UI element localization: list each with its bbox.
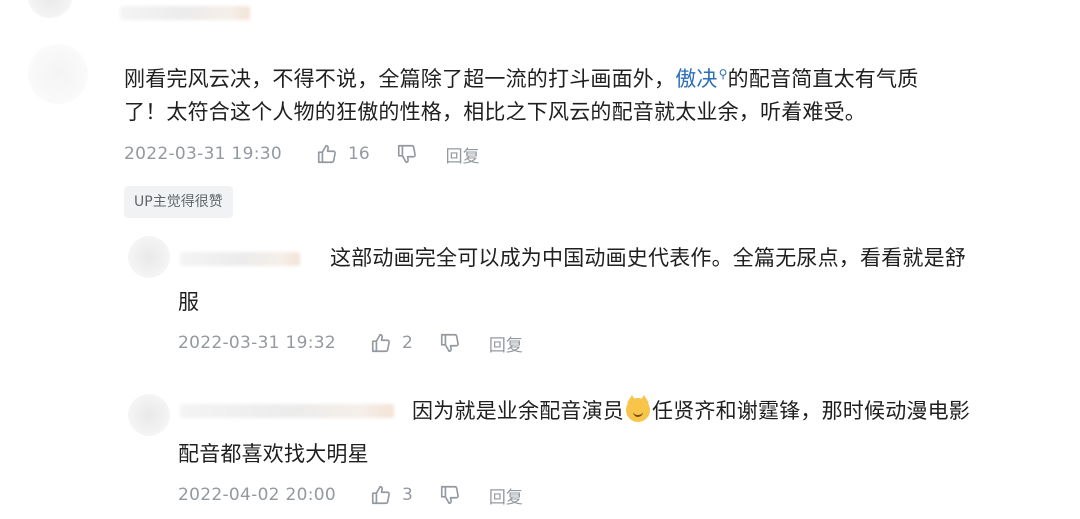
search-icon: ⚲	[718, 67, 728, 81]
thumbs-up-icon	[317, 144, 336, 164]
comment-text-part: 的配音简直太有气质	[727, 67, 919, 91]
username-blurred[interactable]	[180, 404, 394, 418]
comment-text: 配音都喜欢找大明星	[178, 442, 369, 466]
thumbs-down-icon	[440, 485, 459, 505]
comment-timestamp: 2022-03-31 19:30	[124, 144, 282, 164]
dislike-button[interactable]	[396, 143, 418, 165]
like-count: 2	[402, 333, 413, 353]
cat-face-emoji	[626, 395, 650, 422]
thumbs-up-icon	[371, 333, 390, 353]
comment-meta: 2022-03-31 19:30 16 回复	[124, 142, 480, 167]
like-count: 3	[402, 485, 413, 505]
like-count: 16	[348, 144, 370, 164]
keyword-link[interactable]: 傲决⚲	[675, 67, 727, 91]
thumbs-down-icon	[397, 144, 416, 164]
comment-meta: 2022-03-31 19:32 2 回复	[178, 331, 523, 356]
comment-text: 因为就是业余配音演员 任贤齐和谢霆锋，那时候动漫电影	[412, 393, 970, 429]
avatar[interactable]	[28, 0, 72, 18]
comment-text-part: 因为就是业余配音演员	[412, 399, 624, 423]
comment-text-part: 任贤齐和谢霆锋，那时候动漫电影	[652, 399, 970, 423]
avatar[interactable]	[28, 44, 88, 104]
comment-text-part: 刚看完风云决，不得不说，全篇除了超一流的打斗画面外，	[124, 67, 676, 91]
dislike-button[interactable]	[439, 484, 461, 506]
dislike-button[interactable]	[439, 332, 461, 354]
avatar[interactable]	[128, 394, 170, 436]
like-button[interactable]: 3	[370, 484, 413, 506]
comment-timestamp: 2022-03-31 19:32	[178, 333, 336, 353]
reply-button[interactable]: 回复	[489, 483, 523, 508]
comment-text: 刚看完风云决，不得不说，全篇除了超一流的打斗画面外，傲决⚲的配音简直太有气质	[124, 56, 918, 97]
reply-button[interactable]: 回复	[489, 331, 523, 356]
comment-text: 这部动画完全可以成为中国动画史代表作。全篇无尿点，看看就是舒	[330, 246, 966, 270]
thumbs-up-icon	[371, 485, 390, 505]
reply-button[interactable]: 回复	[446, 142, 480, 167]
like-button[interactable]: 2	[370, 332, 413, 354]
comment-timestamp: 2022-04-02 20:00	[178, 485, 336, 505]
comment-text: 了！太符合这个人物的狂傲的性格，相比之下风云的配音就太业余，听着难受。	[124, 100, 866, 124]
comment-text: 服	[178, 290, 200, 314]
comment-meta: 2022-04-02 20:00 3 回复	[178, 483, 523, 508]
up-liked-badge: UP主觉得很赞	[124, 186, 233, 218]
keyword-link-label: 傲决	[675, 67, 718, 91]
thumbs-down-icon	[440, 333, 459, 353]
username-blurred[interactable]	[180, 252, 300, 266]
username-blurred[interactable]	[120, 6, 250, 20]
avatar[interactable]	[128, 236, 170, 278]
like-button[interactable]: 16	[316, 143, 370, 165]
